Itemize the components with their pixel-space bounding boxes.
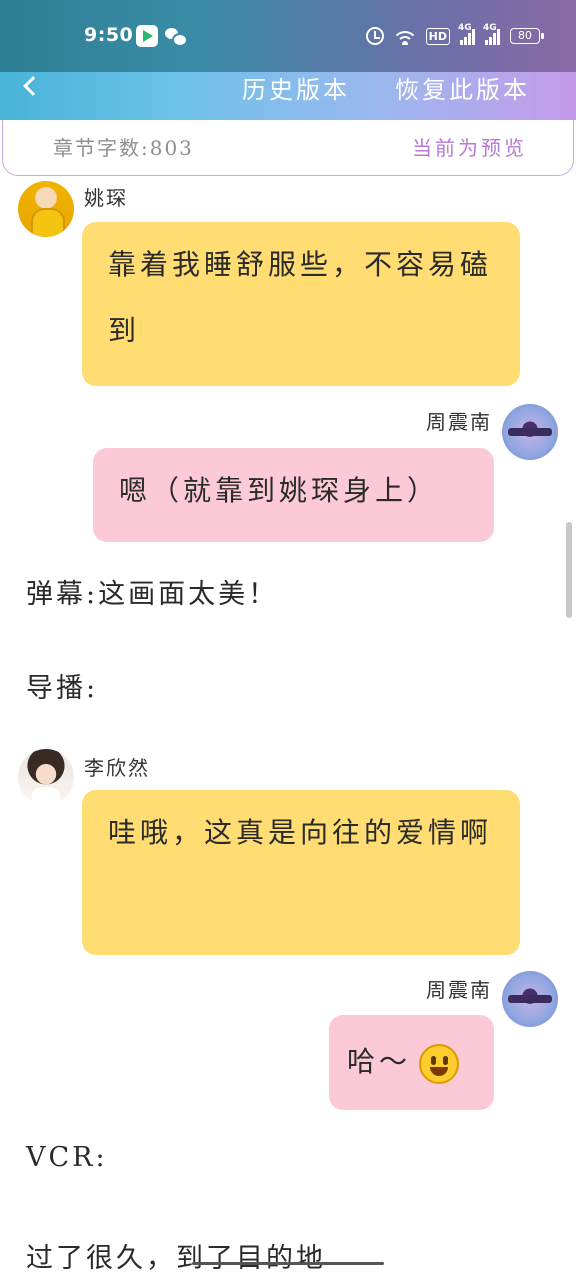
wifi-icon — [393, 27, 416, 45]
status-indicators: HD 4G 4G 80 — [365, 23, 544, 48]
restore-version-button[interactable]: 恢复此版本 — [395, 70, 530, 105]
hd-badge: HD — [425, 27, 450, 45]
nav-bar: 历史版本 恢复此版本 — [0, 58, 576, 120]
avatar-zhou-zhennan[interactable] — [502, 971, 558, 1027]
status-time: 9:50 — [84, 24, 134, 46]
signal-icon: 4G — [458, 23, 475, 45]
avatar-zhou-zhennan[interactable] — [502, 404, 558, 460]
message-bubble[interactable]: 哇哦，这真是向往的爱情啊 — [82, 790, 520, 955]
battery-icon: 80 — [510, 28, 544, 44]
sender-name: 周震南 — [426, 978, 492, 1002]
signal-4g-label-2: 4G — [483, 23, 497, 33]
signal-icon-2: 4G — [483, 23, 500, 45]
smiley-emoji-icon — [419, 1043, 460, 1084]
sender-name: 姚琛 — [84, 186, 128, 210]
sender-name: 周震南 — [426, 410, 492, 434]
text-underline — [192, 1262, 384, 1265]
history-version-button[interactable]: 历史版本 — [242, 70, 350, 105]
chapter-word-count: 章节字数:803 — [53, 136, 194, 160]
preview-status: 当前为预览 — [412, 136, 527, 160]
director-line: 导播: — [26, 673, 99, 704]
avatar-yao-chen[interactable] — [18, 181, 74, 237]
video-app-icon — [136, 25, 158, 47]
ending-line: 过了很久，到了目的地 — [26, 1243, 326, 1274]
wechat-icon — [164, 25, 188, 47]
signal-4g-label: 4G — [458, 23, 472, 33]
message-bubble[interactable]: 哈～ — [329, 1015, 494, 1110]
message-bubble[interactable]: 靠着我睡舒服些，不容易磕到 — [82, 222, 520, 386]
message-text: 哈～ — [347, 1045, 412, 1078]
chapter-info-card: 章节字数:803 当前为预览 — [2, 120, 574, 176]
avatar-li-xinran[interactable] — [18, 749, 74, 805]
sender-name: 李欣然 — [84, 756, 150, 780]
back-button[interactable] — [14, 70, 46, 102]
message-bubble[interactable]: 嗯（就靠到姚琛身上） — [93, 448, 494, 542]
danmaku-line: 弹幕:这画面太美！ — [26, 579, 279, 610]
scrollbar[interactable] — [566, 522, 572, 618]
vcr-line: VCR: — [26, 1142, 108, 1173]
alarm-icon — [365, 27, 384, 45]
